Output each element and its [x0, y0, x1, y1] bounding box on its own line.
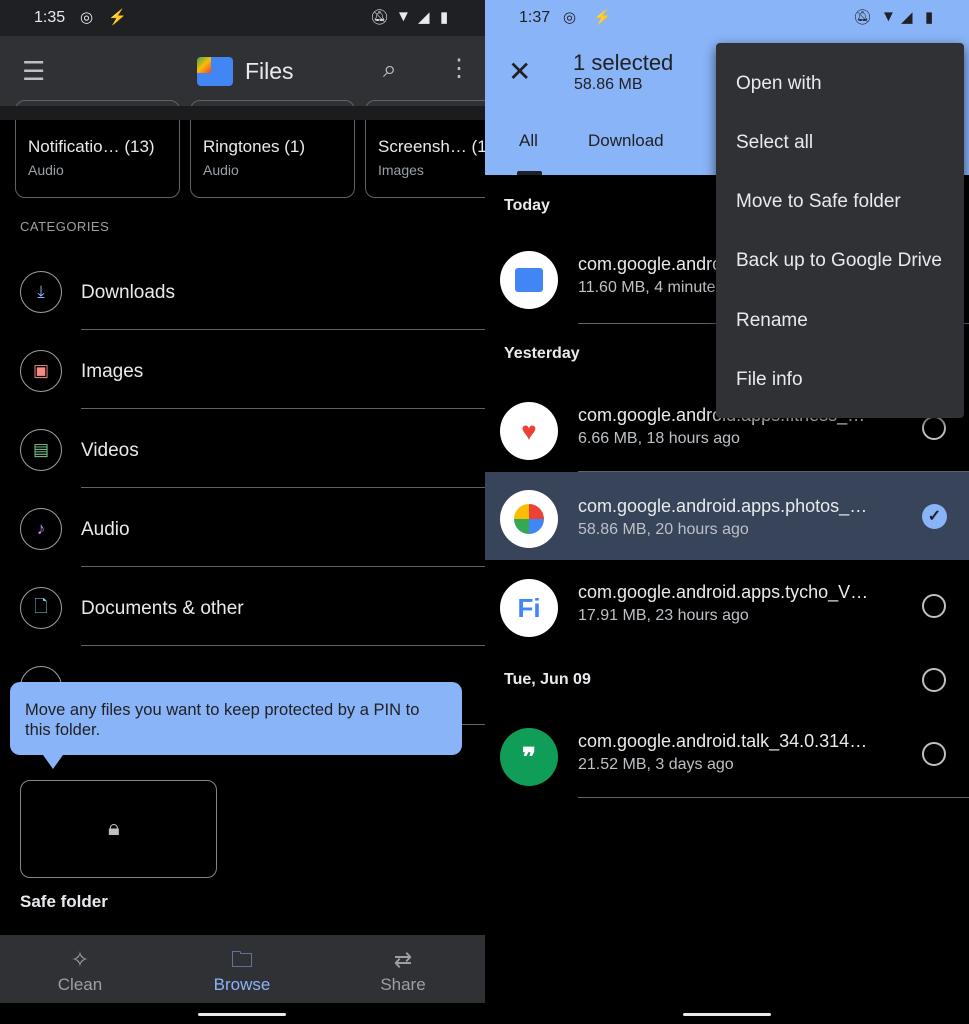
document-icon: 🗋︎: [20, 587, 62, 629]
category-images[interactable]: ▣ Images: [0, 350, 485, 429]
category-documents[interactable]: 🗋︎ Documents & other: [0, 587, 485, 666]
categories-heading: CATEGORIES: [20, 219, 110, 234]
files-selection-screen: 1:37 ◎ ⚡ 🔕︎ ▼ ◢ ▮ ✕ 1 selected 58.86 MB …: [485, 0, 969, 1024]
battery-icon: ▮: [440, 9, 449, 26]
file-row[interactable]: ❞ com.google.android.talk_34.0.314… 21.52…: [485, 710, 969, 798]
nav-browse[interactable]: 🗀︎ Browse: [182, 945, 302, 995]
google-fit-icon: ♥: [500, 402, 558, 460]
tooltip-arrow: [43, 755, 63, 769]
files-logo-icon: [197, 57, 233, 86]
file-row-selected[interactable]: com.google.android.apps.photos_… 58.86 MB…: [485, 472, 969, 560]
wifi-icon: ▼: [881, 8, 896, 25]
close-icon[interactable]: ✕: [508, 55, 531, 88]
selection-count: 1 selected: [573, 50, 674, 75]
sparkle-icon: ✧: [70, 947, 90, 972]
tab-all[interactable]: All: [519, 131, 538, 151]
browse-folder-icon: 🗀︎: [230, 947, 253, 972]
download-icon: ⤓: [20, 271, 62, 313]
flash-icon: ⚡: [108, 9, 127, 26]
file-row[interactable]: Fi com.google.android.apps.tycho_V… 17.91…: [485, 561, 969, 649]
divider: [578, 797, 969, 798]
status-bar: 1:35 ◎ ⚡ 🔕︎ ▼ ◢ ▮: [0, 0, 485, 36]
battery-icon: ▮: [925, 9, 934, 26]
overflow-menu: Open with Select all Move to Safe folder…: [716, 43, 964, 418]
status-time: 1:37: [519, 9, 551, 26]
flash-icon: ⚡: [593, 9, 612, 26]
category-audio[interactable]: ♪ Audio: [0, 508, 485, 587]
selection-size: 58.86 MB: [574, 76, 643, 93]
mute-icon: 🔕︎: [853, 9, 873, 26]
music-note-icon: ♪: [20, 508, 62, 550]
divider: [81, 408, 485, 409]
search-icon[interactable]: ⌕: [383, 56, 396, 84]
nav-share[interactable]: ⇄ Share: [343, 945, 463, 995]
select-section-radio[interactable]: [922, 668, 946, 692]
select-radio[interactable]: [922, 594, 946, 618]
safe-folder-label: Safe folder: [20, 892, 108, 911]
app-title: Files: [245, 58, 294, 84]
select-radio[interactable]: [922, 416, 946, 440]
section-jun09: Tue, Jun 09: [504, 671, 591, 688]
files-app-icon: [500, 251, 558, 309]
video-icon: ▤: [20, 429, 62, 471]
gesture-bar[interactable]: [683, 1013, 771, 1016]
hangouts-icon: ❞: [500, 728, 558, 786]
data-saver-icon: ◎: [80, 9, 94, 26]
image-icon: ▣: [20, 350, 62, 392]
safe-folder-card[interactable]: 🔒︎: [20, 780, 217, 878]
divider: [81, 487, 485, 488]
lock-icon: 🔒︎: [108, 815, 120, 840]
section-today: Today: [504, 197, 550, 214]
google-fi-icon: Fi: [500, 579, 558, 637]
status-time: 1:35: [34, 9, 66, 26]
menu-open-with[interactable]: Open with: [736, 73, 822, 95]
menu-back-up-to-drive[interactable]: Back up to Google Drive: [736, 250, 942, 272]
gesture-bar[interactable]: [198, 1013, 286, 1016]
category-videos[interactable]: ▤ Videos: [0, 429, 485, 508]
wifi-icon: ▼: [396, 8, 411, 25]
mute-icon: 🔕︎: [370, 9, 390, 26]
app-bar: ☰ Files ⌕ ⋮: [0, 36, 485, 106]
menu-select-all[interactable]: Select all: [736, 132, 813, 154]
nav-clean[interactable]: ✧ Clean: [20, 945, 140, 995]
category-downloads[interactable]: ⤓ Downloads: [0, 271, 485, 350]
safe-folder-tooltip: Move any files you want to keep protecte…: [10, 682, 462, 755]
app-bar-spacer: [0, 106, 485, 120]
checkmark-icon[interactable]: ✓: [922, 504, 947, 529]
tab-indicator: [517, 171, 542, 175]
google-photos-icon: [500, 490, 558, 548]
menu-move-to-safe-folder[interactable]: Move to Safe folder: [736, 191, 901, 213]
menu-file-info[interactable]: File info: [736, 369, 803, 391]
divider: [81, 566, 485, 567]
divider: [81, 329, 485, 330]
bottom-navigation: ✧ Clean 🗀︎ Browse ⇄ Share: [0, 935, 485, 1003]
menu-icon[interactable]: ☰: [22, 56, 45, 87]
more-options-icon[interactable]: ⋮: [447, 54, 471, 83]
files-browse-screen: 1:35 ◎ ⚡ 🔕︎ ▼ ◢ ▮ ☰ Files ⌕ ⋮ Notificati…: [0, 0, 485, 1024]
tab-download[interactable]: Download: [588, 131, 664, 151]
swap-arrows-icon: ⇄: [393, 947, 413, 972]
select-radio[interactable]: [922, 742, 946, 766]
section-yesterday: Yesterday: [504, 345, 580, 362]
signal-icon: ◢: [901, 9, 913, 26]
menu-rename[interactable]: Rename: [736, 310, 808, 332]
status-bar: 1:37 ◎ ⚡ 🔕︎ ▼ ◢ ▮: [485, 0, 969, 36]
signal-icon: ◢: [418, 9, 430, 26]
divider: [81, 645, 485, 646]
data-saver-icon: ◎: [563, 9, 577, 26]
